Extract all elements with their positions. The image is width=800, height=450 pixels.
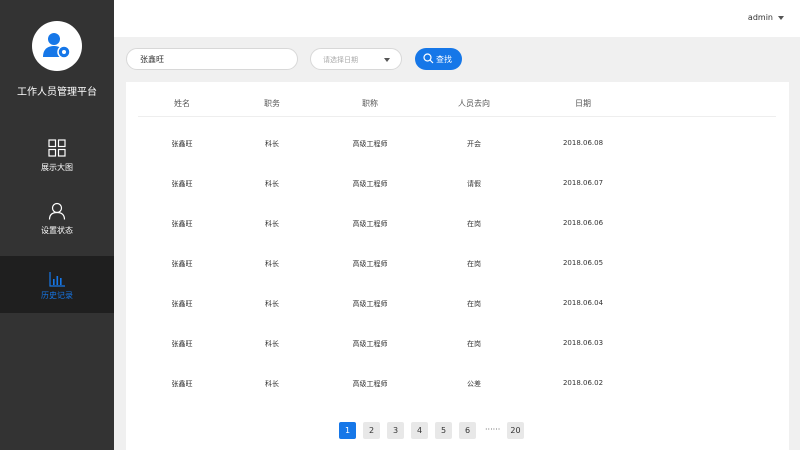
column-header-position: 职务 xyxy=(264,99,280,108)
column-header-title: 职称 xyxy=(362,99,378,108)
sidebar-item-dashboard[interactable]: 展示大图 xyxy=(0,131,114,188)
table-cell: 请假 xyxy=(467,180,481,188)
bar-chart-icon xyxy=(49,272,65,287)
table-cell: 2018.06.05 xyxy=(562,259,604,267)
table-cell: 高级工程师 xyxy=(352,340,388,348)
page-button[interactable]: 6 xyxy=(459,422,476,439)
sidebar-item-label: 历史记录 xyxy=(41,291,73,300)
table-cell: 科长 xyxy=(265,340,279,348)
grid-icon xyxy=(48,139,66,157)
name-search-input[interactable] xyxy=(126,48,298,70)
chevron-down-icon xyxy=(384,58,390,62)
table-cell: 张鑫旺 xyxy=(171,180,193,188)
table-cell: 张鑫旺 xyxy=(171,380,193,388)
table-cell: 张鑫旺 xyxy=(171,340,193,348)
search-icon xyxy=(423,53,434,64)
page-ellipsis: ······ xyxy=(485,425,501,434)
table-row: 张鑫旺 科长 高级工程师 请假 2018.06.07 xyxy=(138,179,776,219)
table-cell: 科长 xyxy=(265,260,279,268)
sidebar-item-label: 展示大图 xyxy=(41,163,73,172)
table-cell: 2018.06.08 xyxy=(562,139,604,147)
table-row: 张鑫旺 科长 高级工程师 公差 2018.06.02 xyxy=(138,379,776,419)
table-cell: 开会 xyxy=(467,140,481,148)
table-cell: 科长 xyxy=(265,140,279,148)
page-button-last[interactable]: 20 xyxy=(507,422,524,439)
table-row: 张鑫旺 科长 高级工程师 在岗 2018.06.04 xyxy=(138,299,776,339)
table-cell: 在岗 xyxy=(467,220,481,228)
date-picker[interactable]: 请选择日期 xyxy=(310,48,402,70)
username: admin xyxy=(747,13,773,22)
table-cell: 高级工程师 xyxy=(352,380,388,388)
search-button[interactable]: 查找 xyxy=(415,48,462,70)
table-cell: 高级工程师 xyxy=(352,300,388,308)
sidebar-item-label: 设置状态 xyxy=(41,226,73,235)
sidebar-item-status[interactable]: 设置状态 xyxy=(0,194,114,251)
table-cell: 张鑫旺 xyxy=(171,260,193,268)
table-row: 张鑫旺 科长 高级工程师 在岗 2018.06.05 xyxy=(138,259,776,299)
chevron-down-icon xyxy=(778,15,784,20)
table-cell: 科长 xyxy=(265,300,279,308)
table-cell: 科长 xyxy=(265,180,279,188)
sidebar: 工作人员管理平台 展示大图 设置状态 历史记录 xyxy=(0,0,114,450)
app-title: 工作人员管理平台 xyxy=(17,87,97,98)
table-row: 张鑫旺 科长 高级工程师 在岗 2018.06.06 xyxy=(138,219,776,259)
sidebar-item-history[interactable]: 历史记录 xyxy=(0,256,114,313)
page-button[interactable]: 1 xyxy=(339,422,356,439)
table-cell: 科长 xyxy=(265,380,279,388)
table-cell: 2018.06.03 xyxy=(562,339,604,347)
user-menu[interactable]: admin xyxy=(748,13,784,22)
table-cell: 在岗 xyxy=(467,300,481,308)
column-header-name: 姓名 xyxy=(174,99,190,108)
column-header-whereabouts: 人员去向 xyxy=(458,99,490,108)
table-cell: 张鑫旺 xyxy=(171,140,193,148)
date-placeholder: 请选择日期 xyxy=(323,56,358,64)
history-table: 姓名 职务 职称 人员去向 日期 张鑫旺 科长 高级工程师 开会 2018.06.08 张… xyxy=(126,82,789,450)
table-cell: 公差 xyxy=(467,380,481,388)
table-cell: 高级工程师 xyxy=(352,260,388,268)
top-header: admin xyxy=(114,0,800,37)
table-cell: 在岗 xyxy=(467,260,481,268)
table-cell: 科长 xyxy=(265,220,279,228)
page-button[interactable]: 4 xyxy=(411,422,428,439)
user-icon xyxy=(48,202,66,220)
page-button[interactable]: 2 xyxy=(363,422,380,439)
column-header-date: 日期 xyxy=(575,99,591,108)
table-cell: 张鑫旺 xyxy=(171,300,193,308)
table-row: 张鑫旺 科长 高级工程师 在岗 2018.06.03 xyxy=(138,339,776,379)
table-cell: 张鑫旺 xyxy=(171,220,193,228)
table-cell: 2018.06.07 xyxy=(562,179,604,187)
table-cell: 高级工程师 xyxy=(352,220,388,228)
table-cell: 高级工程师 xyxy=(352,180,388,188)
table-cell: 2018.06.06 xyxy=(562,219,604,227)
table-cell: 2018.06.02 xyxy=(562,379,604,387)
table-header: 姓名 职务 职称 人员去向 日期 xyxy=(138,82,776,117)
table-cell: 高级工程师 xyxy=(352,140,388,148)
admin-user-icon xyxy=(43,33,71,59)
table-cell: 在岗 xyxy=(467,340,481,348)
table-row: 张鑫旺 科长 高级工程师 开会 2018.06.08 xyxy=(138,139,776,179)
search-button-label: 查找 xyxy=(436,55,452,64)
page-button[interactable]: 3 xyxy=(387,422,404,439)
page-button[interactable]: 5 xyxy=(435,422,452,439)
logo xyxy=(32,21,82,71)
table-cell: 2018.06.04 xyxy=(562,299,604,307)
